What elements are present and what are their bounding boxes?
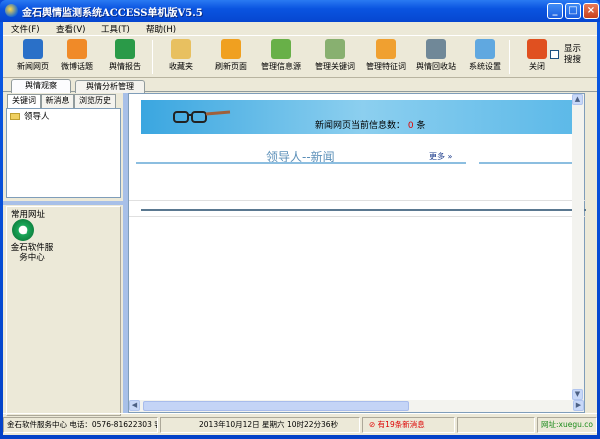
divider: [129, 216, 586, 217]
tab-keywords[interactable]: 关键词: [7, 94, 41, 108]
toolbar-button-folder[interactable]: 收藏夹: [157, 38, 205, 76]
table-icon: [325, 39, 345, 59]
scroll-thumb[interactable]: [143, 401, 409, 411]
monitor-icon: [475, 39, 495, 59]
toolbar-label: 舆情报告: [109, 62, 141, 71]
new-messages-text: 有19条新消息: [377, 420, 425, 429]
horizontal-scrollbar[interactable]: ◀ ▶: [129, 400, 584, 412]
tab-new-messages[interactable]: 新消息: [41, 94, 74, 108]
toolbar-button-card[interactable]: 管理特征词: [362, 38, 410, 76]
toolbar-label: 管理信息源: [261, 62, 301, 71]
maximize-button[interactable]: □: [565, 3, 581, 19]
keyword-tree: 领导人: [6, 108, 121, 198]
status-contact: 金石软件服务中心 电话：0576-81622303 客服(: [3, 417, 158, 433]
card-icon: [376, 39, 396, 59]
divider: [479, 162, 584, 164]
recycle-bin-icon: [426, 39, 446, 59]
favorites-panel: 常用网址 e 金石软件服务中心: [6, 206, 121, 416]
toolbar-separator: [509, 40, 510, 74]
menu-bar: 文件(F) 查看(V) 工具(T) 帮助(H): [3, 22, 597, 35]
banner: 新闻网页当前信息数： 0 条: [141, 100, 584, 134]
toolbar-label: 关闭: [529, 62, 545, 71]
menu-help[interactable]: 帮助(H): [146, 23, 176, 35]
ie-icon[interactable]: e: [12, 219, 34, 241]
divider: [129, 200, 586, 201]
show-search-checkbox[interactable]: [550, 50, 559, 59]
status-empty: [457, 417, 535, 433]
glasses-icon: [173, 110, 231, 123]
menu-tools[interactable]: 工具(T): [101, 23, 130, 35]
toolbar-button-cabinet[interactable]: 管理信息源: [257, 38, 305, 76]
folder-icon: [10, 113, 20, 120]
panel-splitter[interactable]: [3, 201, 125, 205]
scroll-down-arrow[interactable]: ▼: [572, 389, 583, 400]
toolbar-label: 收藏夹: [169, 62, 193, 71]
show-search-label[interactable]: 显示搜搜: [564, 44, 588, 66]
minimize-button[interactable]: _: [547, 3, 563, 19]
vertical-scrollbar[interactable]: ▲ ▼: [572, 94, 584, 400]
tab-browse-history[interactable]: 浏览历史: [74, 94, 116, 108]
status-new-messages[interactable]: ⊘ 有19条新消息: [362, 417, 455, 433]
status-bar: 金石软件服务中心 电话：0576-81622303 客服( 2013年10月12…: [3, 413, 597, 435]
toolbar-label: 管理特征词: [366, 62, 406, 71]
window-title: 金石舆情监测系统ACCESS单机版V5.5: [22, 8, 203, 19]
toolbar-label: 新闻网页: [17, 62, 49, 71]
toolbar-button-recycle-bin[interactable]: 舆情回收站: [412, 38, 460, 76]
star-icon: [221, 39, 241, 59]
toolbar: 新闻网页 微博话题 舆情报告 收藏夹 刷新页面 管理信息源 管理关键词 管理特征词 舆情回收站 系…: [3, 35, 597, 78]
toolbar-separator: [152, 40, 153, 74]
tab-analysis-management[interactable]: 舆情分析管理: [75, 80, 145, 93]
toolbar-button-rss[interactable]: 微博话题: [53, 38, 101, 76]
news-web-icon: [23, 39, 43, 59]
rss-icon: [67, 39, 87, 59]
close-app-icon: [527, 39, 547, 59]
left-panel: 关键词 新消息 浏览历史 领导人 常用网址 e 金石软件服务中心: [3, 93, 125, 416]
toolbar-label: 管理关键词: [315, 62, 355, 71]
divider: [136, 162, 466, 164]
toolbar-button-news-web[interactable]: 新闻网页: [9, 38, 57, 76]
tab-observation[interactable]: 舆情观察: [11, 79, 71, 93]
main-tabs: 舆情观察 舆情分析管理: [3, 78, 597, 93]
title-bar: 金石舆情监测系统ACCESS单机版V5.5 _ □ ×: [0, 0, 600, 22]
favorite-link-service-center[interactable]: 金石软件服务中心: [7, 243, 57, 263]
app-window: 金石舆情监测系统ACCESS单机版V5.5 _ □ × 文件(F) 查看(V) …: [0, 0, 600, 439]
browser-content: 新闻网页当前信息数： 0 条 领导人--新闻 更多 » ▲ ▼ ◀ ▶: [128, 93, 586, 413]
scroll-left-arrow[interactable]: ◀: [129, 400, 140, 411]
close-button[interactable]: ×: [583, 3, 599, 19]
tree-item-leaders[interactable]: 领导人: [24, 110, 50, 122]
folder-icon: [171, 39, 191, 59]
toolbar-label: 舆情回收站: [416, 62, 456, 71]
favorites-title: 常用网址: [11, 210, 46, 220]
toolbar-button-monitor[interactable]: 系统设置: [461, 38, 509, 76]
count-unit: 条: [416, 121, 426, 131]
status-datetime: 2013年10月12日 星期六 10时22分36秒: [160, 417, 360, 433]
excel-icon: [115, 39, 135, 59]
toolbar-label: 系统设置: [469, 62, 501, 71]
menu-file[interactable]: 文件(F): [11, 23, 40, 35]
scroll-up-arrow[interactable]: ▲: [572, 94, 583, 105]
app-icon: [5, 4, 18, 17]
toolbar-label: 微博话题: [61, 62, 93, 71]
toolbar-label: 刷新页面: [215, 62, 247, 71]
divider: [141, 209, 586, 211]
toolbar-button-excel[interactable]: 舆情报告: [101, 38, 149, 76]
scroll-right-arrow[interactable]: ▶: [573, 400, 584, 411]
menu-view[interactable]: 查看(V): [56, 23, 85, 35]
info-count: 0: [407, 121, 414, 131]
status-website[interactable]: 网址:xuegu.co: [537, 417, 597, 433]
banner-label: 新闻网页当前信息数：: [315, 121, 406, 131]
cabinet-icon: [271, 39, 291, 59]
toolbar-button-table[interactable]: 管理关键词: [311, 38, 359, 76]
client-area: 文件(F) 查看(V) 工具(T) 帮助(H) 新闻网页 微博话题 舆情报告 收藏夹 刷…: [3, 22, 597, 435]
toolbar-button-star[interactable]: 刷新页面: [207, 38, 255, 76]
more-link[interactable]: 更多 »: [429, 151, 452, 162]
